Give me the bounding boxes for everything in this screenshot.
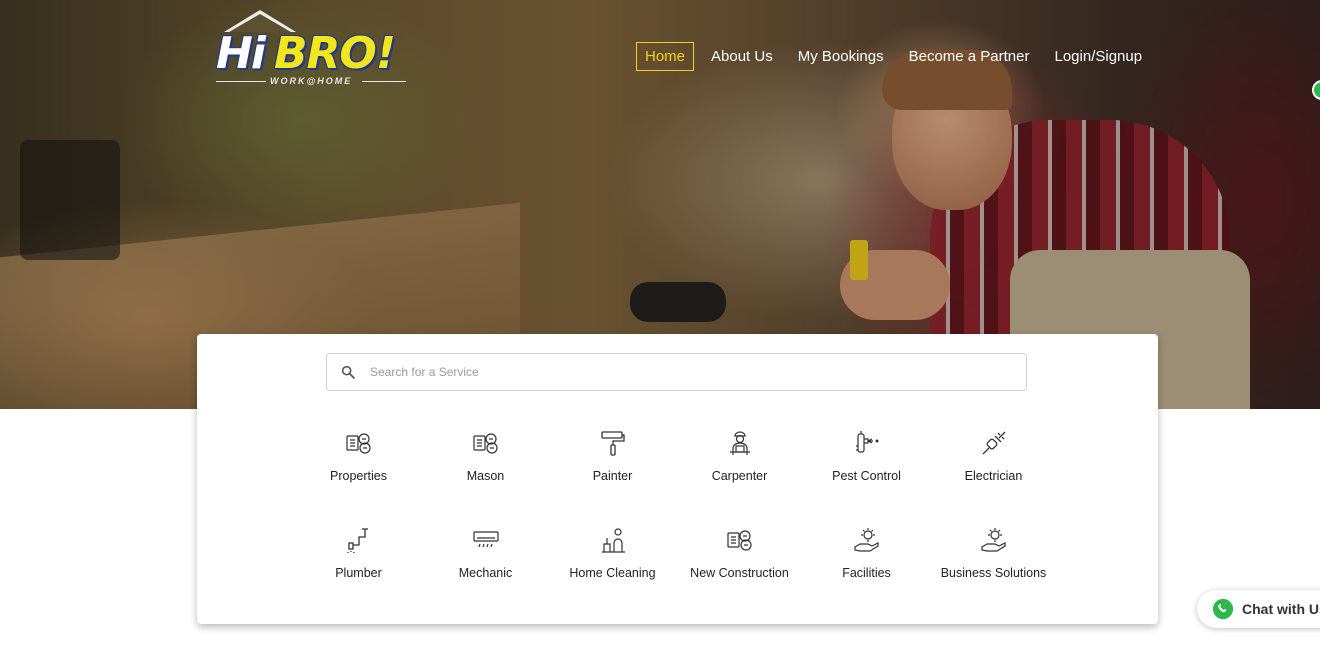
properties-icon: [345, 433, 371, 454]
service-facilities[interactable]: Facilities: [803, 525, 930, 580]
service-label: Electrician: [964, 469, 1023, 483]
service-label: Plumber: [335, 566, 382, 580]
cleaning-icon: [601, 528, 625, 553]
nav-become-partner[interactable]: Become a Partner: [901, 43, 1038, 70]
service-pest-control[interactable]: Pest Control: [803, 428, 930, 483]
electric-plug-icon: [982, 431, 1005, 455]
logo-text-bro: BRO!: [274, 28, 396, 79]
logo-line-right: [362, 81, 406, 82]
service-label: Properties: [330, 469, 387, 483]
service-label: Painter: [592, 469, 633, 483]
paint-roller-icon: [600, 431, 625, 456]
services-card: Properties Mason Painter Carpenter Pest: [197, 334, 1158, 624]
service-label: Mechanic: [458, 566, 513, 580]
service-properties[interactable]: Properties: [295, 428, 422, 483]
service-label: Mason: [466, 469, 505, 483]
plumbing-icon: [346, 528, 368, 553]
service-carpenter[interactable]: Carpenter: [676, 428, 803, 483]
service-label: Facilities: [842, 566, 891, 580]
search-input[interactable]: [370, 354, 1026, 390]
gear-hand-icon: [853, 528, 879, 552]
nav-about-us[interactable]: About Us: [703, 43, 781, 70]
service-business-solutions[interactable]: Business Solutions: [930, 525, 1057, 580]
site-logo[interactable]: Hi BRO! WORK@HOME: [212, 10, 417, 88]
search-bar[interactable]: [326, 353, 1027, 391]
service-label: Home Cleaning: [569, 566, 656, 580]
service-home-cleaning[interactable]: Home Cleaning: [549, 525, 676, 580]
service-painter[interactable]: Painter: [549, 428, 676, 483]
service-label: Pest Control: [832, 469, 901, 483]
nav-my-bookings[interactable]: My Bookings: [790, 43, 892, 70]
service-mechanic[interactable]: Mechanic: [422, 525, 549, 580]
pest-control-icon: [855, 431, 879, 453]
service-label: Business Solutions: [940, 566, 1047, 580]
air-conditioner-icon: [472, 531, 499, 548]
service-new-construction[interactable]: New Construction: [676, 525, 803, 580]
chat-label: Chat with Us: [1242, 601, 1320, 617]
nav-home[interactable]: Home: [636, 41, 695, 71]
mason-icon: [472, 433, 498, 454]
services-grid: Properties Mason Painter Carpenter Pest: [295, 428, 1057, 580]
nav-login-signup[interactable]: Login/Signup: [1047, 43, 1151, 70]
logo-text-hi: Hi: [216, 28, 266, 79]
logo-line-left: [216, 81, 266, 82]
business-gear-icon: [980, 528, 1006, 552]
service-label: Carpenter: [711, 469, 768, 483]
service-plumber[interactable]: Plumber: [295, 525, 422, 580]
service-electrician[interactable]: Electrician: [930, 428, 1057, 483]
service-label: New Construction: [690, 566, 789, 580]
logo-tagline: WORK@HOME: [270, 76, 353, 86]
main-nav: Home About Us My Bookings Become a Partn…: [636, 41, 1159, 71]
carpenter-icon: [729, 431, 750, 455]
search-icon: [341, 365, 355, 379]
whatsapp-icon: [1212, 598, 1234, 620]
construction-icon: [726, 530, 752, 551]
service-mason[interactable]: Mason: [422, 428, 549, 483]
chat-with-us-button[interactable]: Chat with Us: [1197, 590, 1320, 628]
